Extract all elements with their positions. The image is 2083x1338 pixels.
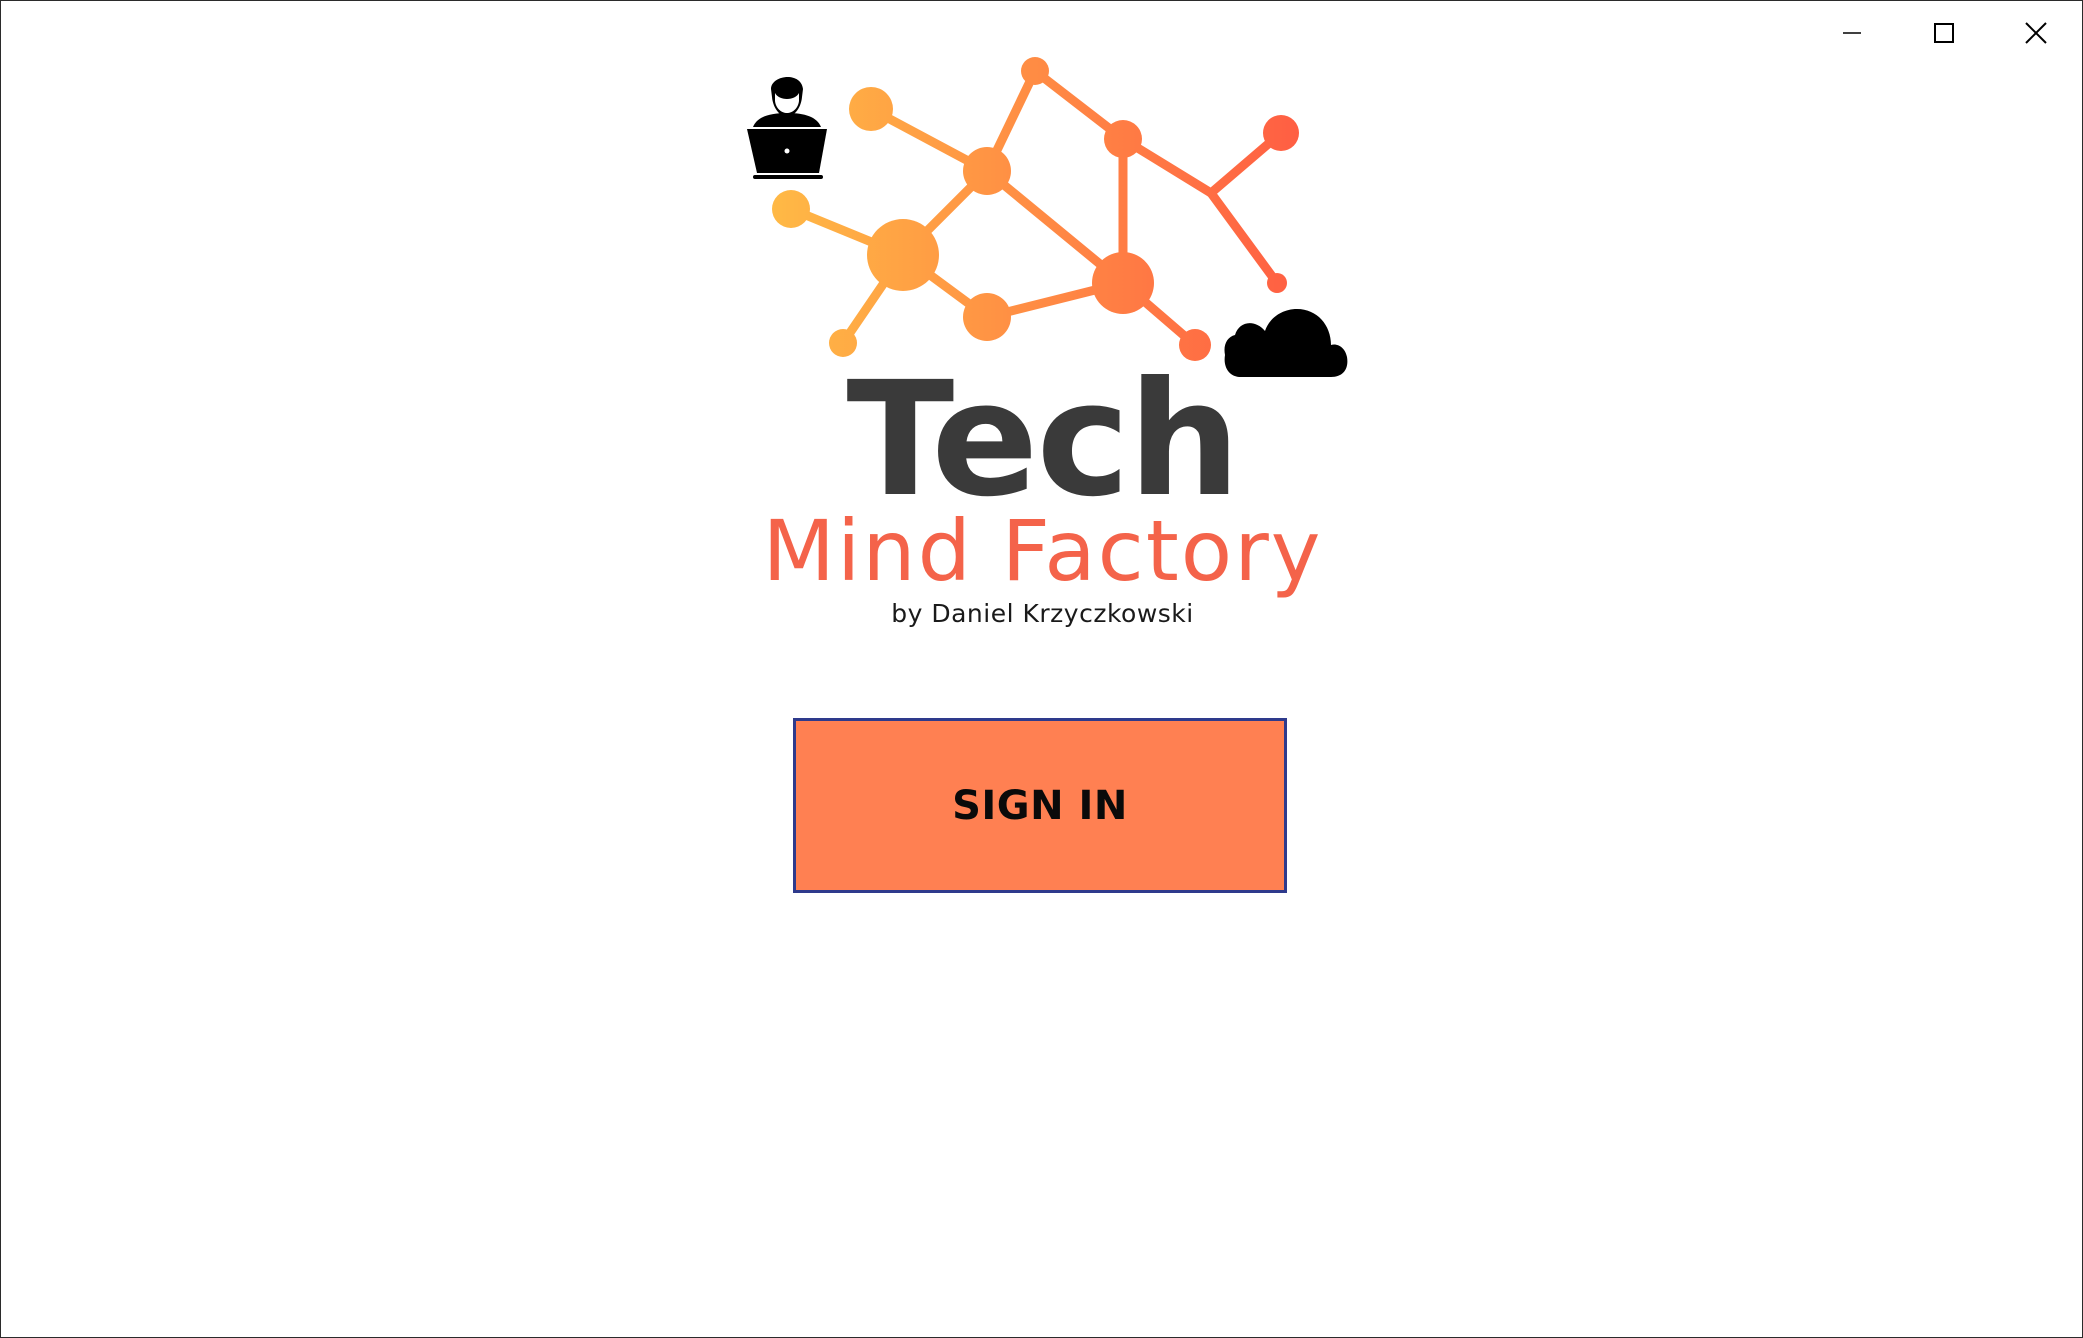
close-icon — [2025, 22, 2047, 44]
close-button[interactable] — [1990, 1, 2082, 65]
maximize-icon — [1934, 23, 1954, 43]
network-molecule-icon — [772, 57, 1299, 361]
maximize-button[interactable] — [1898, 1, 1990, 65]
logo-title: Tech — [846, 348, 1240, 532]
app-window: Tech Mind Factory by Daniel Krzyczkowski… — [0, 0, 2083, 1338]
logo-graphic — [747, 57, 1348, 377]
sign-in-label: SIGN IN — [952, 782, 1128, 829]
logo-author: by Daniel Krzyczkowski — [891, 599, 1194, 628]
developer-laptop-icon — [747, 76, 827, 179]
minimize-icon — [1843, 32, 1861, 34]
sign-in-button[interactable]: SIGN IN — [793, 718, 1287, 893]
minimize-button[interactable] — [1806, 1, 1898, 65]
window-caption-buttons — [1806, 1, 2082, 65]
logo-subtitle: Mind Factory — [762, 502, 1323, 600]
